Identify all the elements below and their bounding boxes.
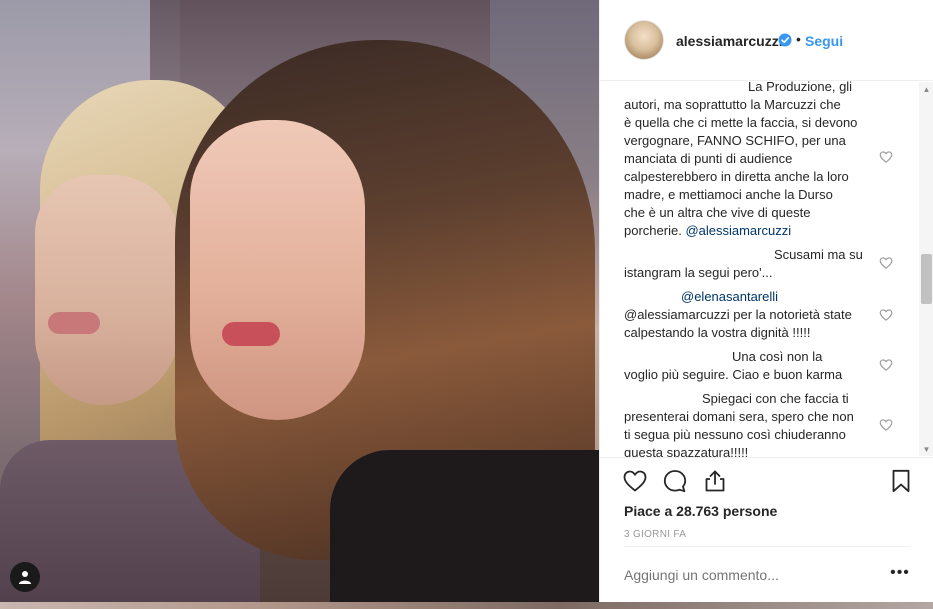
photo-person-right-shirt bbox=[330, 450, 599, 602]
comment-item: La Produzione, gli autori, ma soprattutt… bbox=[624, 81, 893, 240]
comment-line: istangram la segui pero'... bbox=[624, 265, 773, 280]
likes-count[interactable]: Piace a 28.763 persone bbox=[624, 503, 777, 519]
comment-line: Scusami ma su bbox=[774, 247, 863, 262]
comment-line: vergognare, FANNO SCHIFO, per una bbox=[624, 133, 846, 148]
heart-outline-icon[interactable] bbox=[879, 256, 893, 270]
page-bottom-strip bbox=[0, 602, 933, 609]
scroll-down-arrow-icon[interactable]: ▼ bbox=[919, 442, 933, 456]
share-icon[interactable] bbox=[702, 468, 728, 494]
comment-line: Una così non la bbox=[732, 349, 823, 364]
more-options-button[interactable]: ••• bbox=[890, 565, 910, 584]
bookmark-icon[interactable] bbox=[888, 468, 914, 494]
heart-outline-icon[interactable] bbox=[879, 358, 893, 372]
comment-line: madre, e mettiamoci anche la Durso bbox=[624, 187, 833, 202]
heart-outline-icon[interactable] bbox=[879, 150, 893, 164]
comment-line: @alessiamarcuzzi per la notorietà state bbox=[624, 307, 852, 322]
comment-line: La Produzione, gli bbox=[748, 81, 853, 94]
photo-person-right-face bbox=[190, 120, 365, 420]
comment-line: manciata di punti di audience bbox=[624, 151, 793, 166]
comment-line: Spiegaci con che faccia ti bbox=[702, 391, 849, 406]
tagged-users-button[interactable] bbox=[10, 562, 40, 592]
comment-line: è quella che ci mette la faccia, si devo… bbox=[624, 115, 858, 130]
post-side-panel: alessiamarcuzzi • Segui La Produzione, g… bbox=[599, 0, 933, 602]
comment-line: ti segua più nessuno così chiuderanno bbox=[624, 427, 846, 442]
comment-line: questa spazzatura!!!!! bbox=[624, 445, 749, 457]
post-timestamp[interactable]: 3 GIORNI FA bbox=[624, 529, 686, 540]
heart-outline-icon[interactable] bbox=[879, 418, 893, 432]
comment-text: porcherie. bbox=[624, 223, 682, 238]
comments-scrollbar[interactable]: ▲ ▼ bbox=[919, 82, 933, 456]
comment-item: Una così non la voglio più seguire. Ciao… bbox=[624, 348, 893, 384]
follow-button[interactable]: Segui bbox=[805, 33, 843, 49]
photo-person-left-lips bbox=[48, 312, 100, 334]
mention-link[interactable]: @alessiamarcuzzi bbox=[685, 223, 791, 238]
comment-item: @elenasantarelli @alessiamarcuzzi per la… bbox=[624, 288, 893, 342]
comments-list[interactable]: La Produzione, gli autori, ma soprattutt… bbox=[600, 81, 933, 457]
comment-item: Spiegaci con che faccia ti presenterai d… bbox=[624, 390, 893, 457]
photo-person-left-face bbox=[35, 175, 180, 405]
comment-line: calpesterebbero in diretta anche la loro bbox=[624, 169, 849, 184]
comment-line: @elenasantarelli bbox=[624, 288, 874, 306]
heart-icon[interactable] bbox=[622, 468, 648, 494]
comment-line: porcherie. @alessiamarcuzzi bbox=[624, 222, 874, 240]
mention-link[interactable]: @elenasantarelli bbox=[681, 289, 778, 304]
comment-line: calpestando la vostra dignità !!!!! bbox=[624, 325, 811, 340]
username-link[interactable]: alessiamarcuzzi bbox=[676, 33, 783, 49]
post-actions-bar bbox=[600, 458, 933, 502]
comment-line: che è un altra che vive di queste bbox=[624, 205, 811, 220]
add-comment-input[interactable] bbox=[624, 567, 874, 583]
comment-bubble-icon[interactable] bbox=[662, 468, 688, 494]
scroll-up-arrow-icon[interactable]: ▲ bbox=[919, 82, 933, 96]
header-separator: • bbox=[796, 31, 801, 47]
post-photo[interactable] bbox=[0, 0, 599, 602]
user-icon bbox=[19, 571, 31, 584]
comment-line: presenterai domani sera, spero che non bbox=[624, 409, 854, 424]
comment-line: autori, ma soprattutto la Marcuzzi che bbox=[624, 97, 841, 112]
scrollbar-thumb[interactable] bbox=[921, 254, 932, 304]
photo-person-right-lips bbox=[222, 322, 280, 346]
verified-badge-icon bbox=[778, 33, 792, 47]
comment-box-divider bbox=[624, 546, 910, 547]
avatar[interactable] bbox=[624, 20, 664, 60]
post-header: alessiamarcuzzi • Segui bbox=[600, 0, 933, 80]
heart-outline-icon[interactable] bbox=[879, 308, 893, 322]
comment-item: Scusami ma su istangram la segui pero'..… bbox=[624, 246, 893, 282]
comment-line: voglio più seguire. Ciao e buon karma bbox=[624, 367, 843, 382]
